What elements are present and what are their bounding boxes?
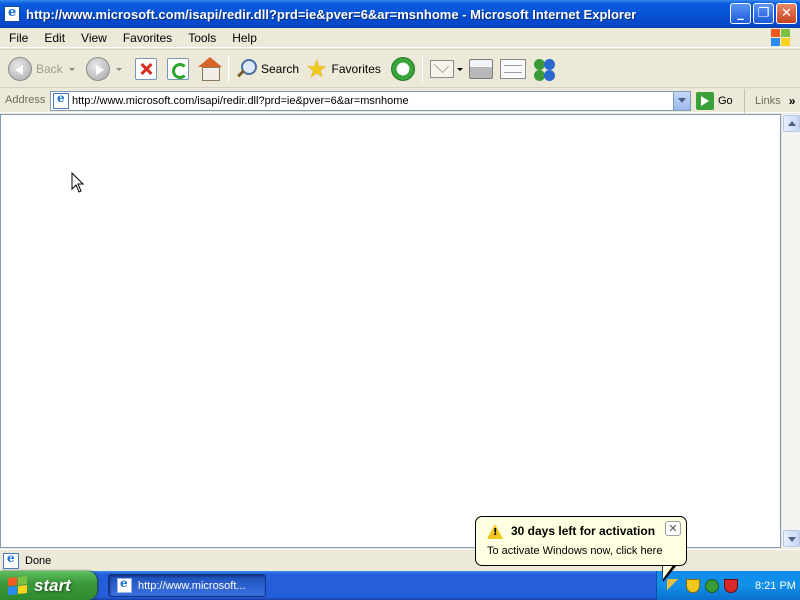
taskbar-item-ie[interactable]: http://www.microsoft... bbox=[108, 574, 266, 597]
print-button[interactable] bbox=[469, 54, 493, 84]
address-label: Address bbox=[5, 94, 46, 106]
menu-bar: File Edit View Favorites Tools Help bbox=[0, 28, 800, 48]
edit-button[interactable] bbox=[500, 54, 526, 84]
refresh-button[interactable] bbox=[167, 54, 189, 84]
scroll-down-button[interactable] bbox=[783, 530, 800, 547]
start-label: start bbox=[34, 575, 71, 595]
windows-flag-icon bbox=[8, 575, 28, 595]
mail-icon bbox=[430, 60, 454, 78]
warning-icon bbox=[487, 524, 503, 539]
history-icon bbox=[391, 57, 415, 81]
activation-balloon[interactable]: 30 days left for activation To activate … bbox=[475, 516, 687, 566]
refresh-icon bbox=[167, 58, 189, 80]
menu-tools[interactable]: Tools bbox=[180, 31, 224, 45]
page-icon bbox=[3, 551, 19, 569]
mouse-cursor-icon bbox=[71, 172, 85, 193]
scroll-up-button[interactable] bbox=[783, 115, 800, 132]
back-arrow-icon bbox=[8, 57, 32, 81]
favorites-label: Favorites bbox=[331, 62, 381, 76]
mail-button[interactable] bbox=[430, 54, 463, 84]
favorites-button[interactable]: ★ Favorites bbox=[306, 54, 381, 84]
page-icon bbox=[53, 91, 69, 109]
address-input[interactable]: http://www.microsoft.com/isapi/redir.dll… bbox=[50, 91, 691, 111]
balloon-close-button[interactable]: ✕ bbox=[665, 521, 681, 536]
start-button[interactable]: start bbox=[0, 571, 97, 600]
menu-favorites[interactable]: Favorites bbox=[115, 31, 180, 45]
address-dropdown-button[interactable] bbox=[673, 92, 690, 110]
print-icon bbox=[469, 59, 493, 79]
menu-file[interactable]: File bbox=[0, 31, 36, 45]
home-icon bbox=[198, 57, 222, 81]
back-button[interactable]: Back bbox=[8, 54, 75, 84]
forward-button[interactable] bbox=[86, 54, 122, 84]
search-label: Search bbox=[261, 62, 300, 76]
toolbar: Back Search ★ Favorites bbox=[0, 49, 800, 88]
links-toolbar[interactable]: Links » bbox=[744, 89, 800, 113]
links-chevron-icon[interactable]: » bbox=[789, 94, 796, 108]
title-bar[interactable]: http://www.microsoft.com/isapi/redir.dll… bbox=[0, 0, 800, 28]
address-bar: Address http://www.microsoft.com/isapi/r… bbox=[0, 89, 800, 113]
star-icon: ★ bbox=[306, 55, 328, 83]
menu-help[interactable]: Help bbox=[224, 31, 265, 45]
menu-view[interactable]: View bbox=[73, 31, 115, 45]
go-button[interactable]: Go bbox=[696, 92, 733, 110]
balloon-body[interactable]: To activate Windows now, click here bbox=[487, 545, 662, 557]
minimize-button[interactable]: _ bbox=[730, 3, 751, 24]
network-icon[interactable] bbox=[705, 578, 719, 593]
search-button[interactable]: Search bbox=[235, 54, 299, 84]
messenger-button[interactable] bbox=[532, 54, 558, 84]
clock[interactable]: 8:21 PM bbox=[755, 580, 796, 592]
stop-button[interactable] bbox=[135, 54, 157, 84]
chevron-down-icon[interactable] bbox=[457, 67, 463, 71]
page-content[interactable] bbox=[0, 114, 781, 548]
edit-icon bbox=[500, 59, 526, 79]
address-url[interactable]: http://www.microsoft.com/isapi/redir.dll… bbox=[72, 95, 409, 107]
maximize-button[interactable]: ❐ bbox=[753, 3, 774, 24]
vertical-scrollbar[interactable] bbox=[781, 114, 800, 548]
close-button[interactable]: ✕ bbox=[776, 3, 797, 24]
balloon-title: 30 days left for activation bbox=[511, 524, 656, 538]
toolbar-separator bbox=[228, 56, 229, 82]
windows-logo-icon bbox=[771, 29, 790, 46]
status-text: Done bbox=[25, 554, 52, 567]
ie-icon bbox=[117, 576, 132, 593]
messenger-icon bbox=[532, 57, 558, 81]
toolbar-separator bbox=[422, 56, 423, 82]
home-button[interactable] bbox=[198, 54, 222, 84]
back-label: Back bbox=[36, 62, 63, 76]
forward-arrow-icon bbox=[86, 57, 110, 81]
security-alert-icon[interactable] bbox=[724, 578, 738, 593]
menu-edit[interactable]: Edit bbox=[36, 31, 73, 45]
taskbar: start http://www.microsoft... 8:21 PM bbox=[0, 571, 800, 600]
taskbar-item-label: http://www.microsoft... bbox=[138, 579, 246, 592]
stop-icon bbox=[135, 58, 157, 80]
chevron-down-icon[interactable] bbox=[68, 67, 75, 71]
window-title: http://www.microsoft.com/isapi/redir.dll… bbox=[26, 6, 637, 22]
balloon-tail-fill bbox=[663, 564, 674, 579]
links-label: Links bbox=[755, 95, 781, 107]
security-shield-icon[interactable] bbox=[686, 578, 700, 593]
go-arrow-icon bbox=[696, 92, 714, 110]
chevron-down-icon[interactable] bbox=[116, 67, 122, 71]
ie-icon bbox=[4, 5, 20, 22]
window-controls: _ ❐ ✕ bbox=[730, 3, 797, 24]
system-tray: 8:21 PM bbox=[656, 571, 800, 600]
go-label: Go bbox=[718, 95, 733, 107]
history-button[interactable] bbox=[391, 54, 415, 84]
search-icon bbox=[235, 58, 257, 80]
